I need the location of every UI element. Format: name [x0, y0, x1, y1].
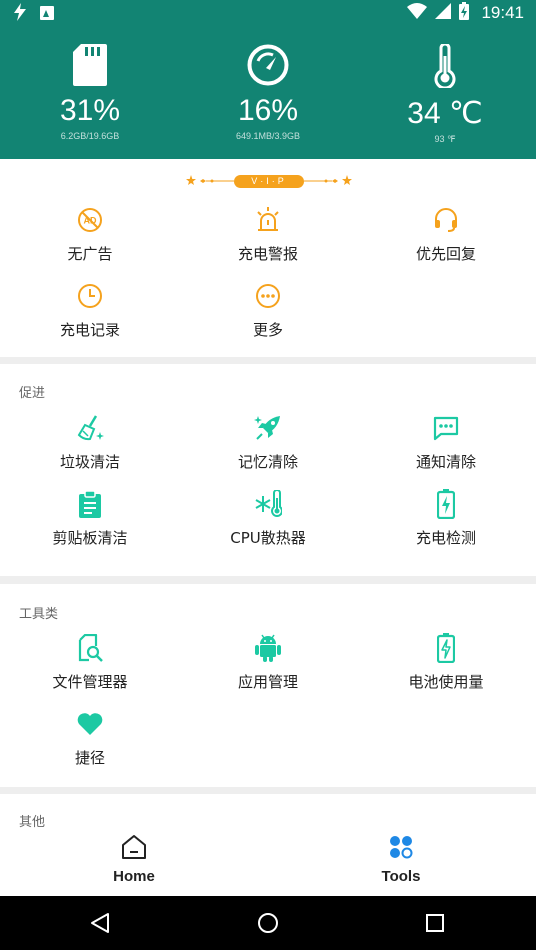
- cpu-cooler-item[interactable]: CPU散热器: [179, 489, 357, 548]
- charge-record-label: 充电记录: [59, 321, 120, 339]
- memory-clean-item[interactable]: 记忆清除: [179, 413, 357, 472]
- no-ads-icon: AD: [75, 205, 105, 235]
- recents-icon[interactable]: [422, 910, 448, 936]
- charge-detect-label: 充电检测: [415, 529, 476, 547]
- thermometer-icon: [360, 44, 530, 88]
- flash-icon: [14, 3, 26, 25]
- priority-reply-item[interactable]: 优先回复: [357, 205, 535, 264]
- file-search-icon: [75, 633, 105, 663]
- storage-stat[interactable]: 31% 6.2GB/19.6GB: [5, 44, 175, 141]
- no-ads-label: 无广告: [67, 245, 113, 263]
- app-manager-item[interactable]: 应用管理: [179, 633, 357, 692]
- signal-icon: [435, 3, 452, 23]
- broom-icon: [75, 413, 105, 443]
- temperature-celsius: 34 ℃: [407, 97, 483, 130]
- battery-charging-icon: [431, 489, 461, 519]
- nav-tools[interactable]: Tools: [341, 834, 461, 885]
- screen: 19:41 31% 6.2GB/19.6GB 16% 649.1MB/3.9GB…: [0, 0, 536, 950]
- home-icon: [121, 835, 147, 864]
- vip-banner[interactable]: V·I·P: [186, 172, 352, 190]
- priority-reply-label: 优先回复: [415, 245, 476, 263]
- notification-clean-label: 通知清除: [415, 453, 476, 471]
- heart-icon: [75, 709, 105, 739]
- tools-section-title: 工具类: [19, 607, 59, 622]
- notification-clean-item[interactable]: 通知清除: [357, 413, 535, 472]
- battery-icon: [459, 2, 470, 24]
- memory-clean-label: 记忆清除: [237, 453, 298, 471]
- shortcut-label: 捷径: [74, 749, 105, 767]
- bottom-navigation: Home Tools: [0, 830, 536, 896]
- charge-record-item[interactable]: 充电记录: [1, 281, 179, 340]
- other-section-title: 其他: [19, 815, 46, 830]
- header: 19:41 31% 6.2GB/19.6GB 16% 649.1MB/3.9GB…: [0, 0, 536, 159]
- nav-home[interactable]: Home: [74, 834, 194, 885]
- shortcut-item[interactable]: 捷径: [1, 709, 179, 768]
- junk-clean-label: 垃圾清洁: [59, 453, 120, 471]
- storage-detail: 6.2GB/19.6GB: [60, 131, 120, 141]
- message-icon: [431, 413, 461, 443]
- more-item[interactable]: 更多: [179, 281, 357, 340]
- boost-section-title: 促进: [19, 386, 46, 401]
- status-bar: 19:41: [0, 0, 536, 26]
- no-ads-item[interactable]: AD 无广告: [1, 205, 179, 264]
- clock-icon: [75, 281, 105, 311]
- speedometer-icon: [183, 44, 353, 86]
- system-navigation-bar: [0, 896, 536, 950]
- nav-home-label: Home: [113, 868, 155, 885]
- junk-clean-item[interactable]: 垃圾清洁: [1, 413, 179, 472]
- clipboard-icon: [75, 489, 105, 519]
- nav-tools-label: Tools: [381, 868, 421, 885]
- headset-icon: [431, 205, 461, 235]
- more-icon: [253, 281, 283, 311]
- charge-alarm-label: 充电警报: [237, 245, 298, 263]
- memory-detail: 649.1MB/3.9GB: [235, 131, 301, 141]
- more-label: 更多: [252, 321, 283, 339]
- battery-usage-label: 电池使用量: [408, 673, 484, 691]
- memory-stat[interactable]: 16% 649.1MB/3.9GB: [183, 44, 353, 141]
- temperature-fahrenheit: 93 ℉: [434, 134, 456, 144]
- app-manager-label: 应用管理: [237, 673, 298, 691]
- wifi-icon: [407, 3, 428, 23]
- rocket-icon: [253, 413, 283, 443]
- cpu-cooler-label: CPU散热器: [230, 529, 306, 547]
- file-manager-item[interactable]: 文件管理器: [1, 633, 179, 692]
- clipboard-clean-item[interactable]: 剪贴板清洁: [1, 489, 179, 548]
- tools-grid-icon: [388, 836, 414, 864]
- back-icon[interactable]: [88, 910, 114, 936]
- memory-percent: 16%: [237, 94, 299, 127]
- android-icon: [253, 633, 283, 663]
- vip-badge: V·I·P: [234, 175, 304, 188]
- cpu-cooler-icon: [253, 489, 283, 519]
- home-circle-icon[interactable]: [255, 910, 281, 936]
- file-manager-label: 文件管理器: [52, 673, 128, 691]
- other-card: 其他: [0, 794, 536, 834]
- svg-text:AD: AD: [84, 216, 97, 226]
- charge-detect-item[interactable]: 充电检测: [357, 489, 535, 548]
- battery-usage-icon: [431, 633, 461, 663]
- battery-usage-item[interactable]: 电池使用量: [357, 633, 535, 692]
- storage-percent: 31%: [59, 94, 121, 127]
- gallery-notification-icon: [40, 5, 54, 24]
- sd-card-icon: [5, 44, 175, 86]
- charge-alarm-item[interactable]: 充电警报: [179, 205, 357, 264]
- clipboard-clean-label: 剪贴板清洁: [52, 529, 128, 547]
- status-time: 19:41: [481, 3, 524, 22]
- charge-alarm-icon: [253, 205, 283, 235]
- temperature-stat[interactable]: 34 ℃ 93 ℉: [360, 44, 530, 145]
